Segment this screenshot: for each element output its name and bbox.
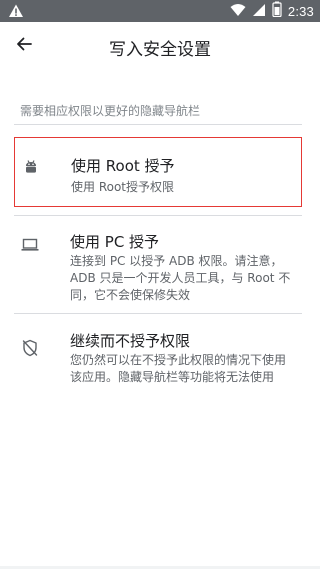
- app-bar: 写入安全设置: [0, 22, 320, 70]
- option-title: 继续而不授予权限: [70, 332, 191, 350]
- signal-icon: [252, 2, 266, 21]
- status-time: 2:33: [287, 3, 314, 19]
- option-no-permission[interactable]: 继续而不授予权限 您仍然可以在不授予此权限的情况下使用该应用。隐藏导航栏等功能将…: [14, 320, 302, 390]
- warning-icon: [8, 3, 24, 19]
- option-description: 您仍然可以在不授予此权限的情况下使用该应用。隐藏导航栏等功能将无法使用: [70, 353, 287, 384]
- option-title: 使用 Root 授予: [71, 157, 175, 175]
- divider: [14, 215, 302, 216]
- hint-text: 需要相应权限以更好的隐藏导航栏: [20, 104, 201, 118]
- option-description: 使用 Root授予权限: [71, 180, 175, 194]
- wifi-icon: [230, 2, 246, 21]
- status-icons: 2:33: [230, 0, 314, 22]
- shield-off-icon: [20, 338, 40, 358]
- option-pc[interactable]: 使用 PC 授予 连接到 PC 以授予 ADB 权限。请注意，ADB 只是一个开…: [14, 222, 302, 310]
- laptop-icon: [20, 235, 40, 255]
- status-bar: 2:33: [0, 0, 320, 22]
- option-root[interactable]: 使用 Root 授予 使用 Root授予权限: [14, 137, 302, 207]
- divider: [14, 124, 302, 125]
- page-title: 写入安全设置: [109, 40, 211, 60]
- option-description: 连接到 PC 以授予 ADB 权限。请注意，ADB 只是一个开发人员工具，与 R…: [70, 254, 291, 302]
- battery-icon: [272, 1, 282, 21]
- android-icon: [21, 157, 41, 177]
- option-title: 使用 PC 授予: [70, 233, 160, 251]
- divider: [14, 313, 302, 314]
